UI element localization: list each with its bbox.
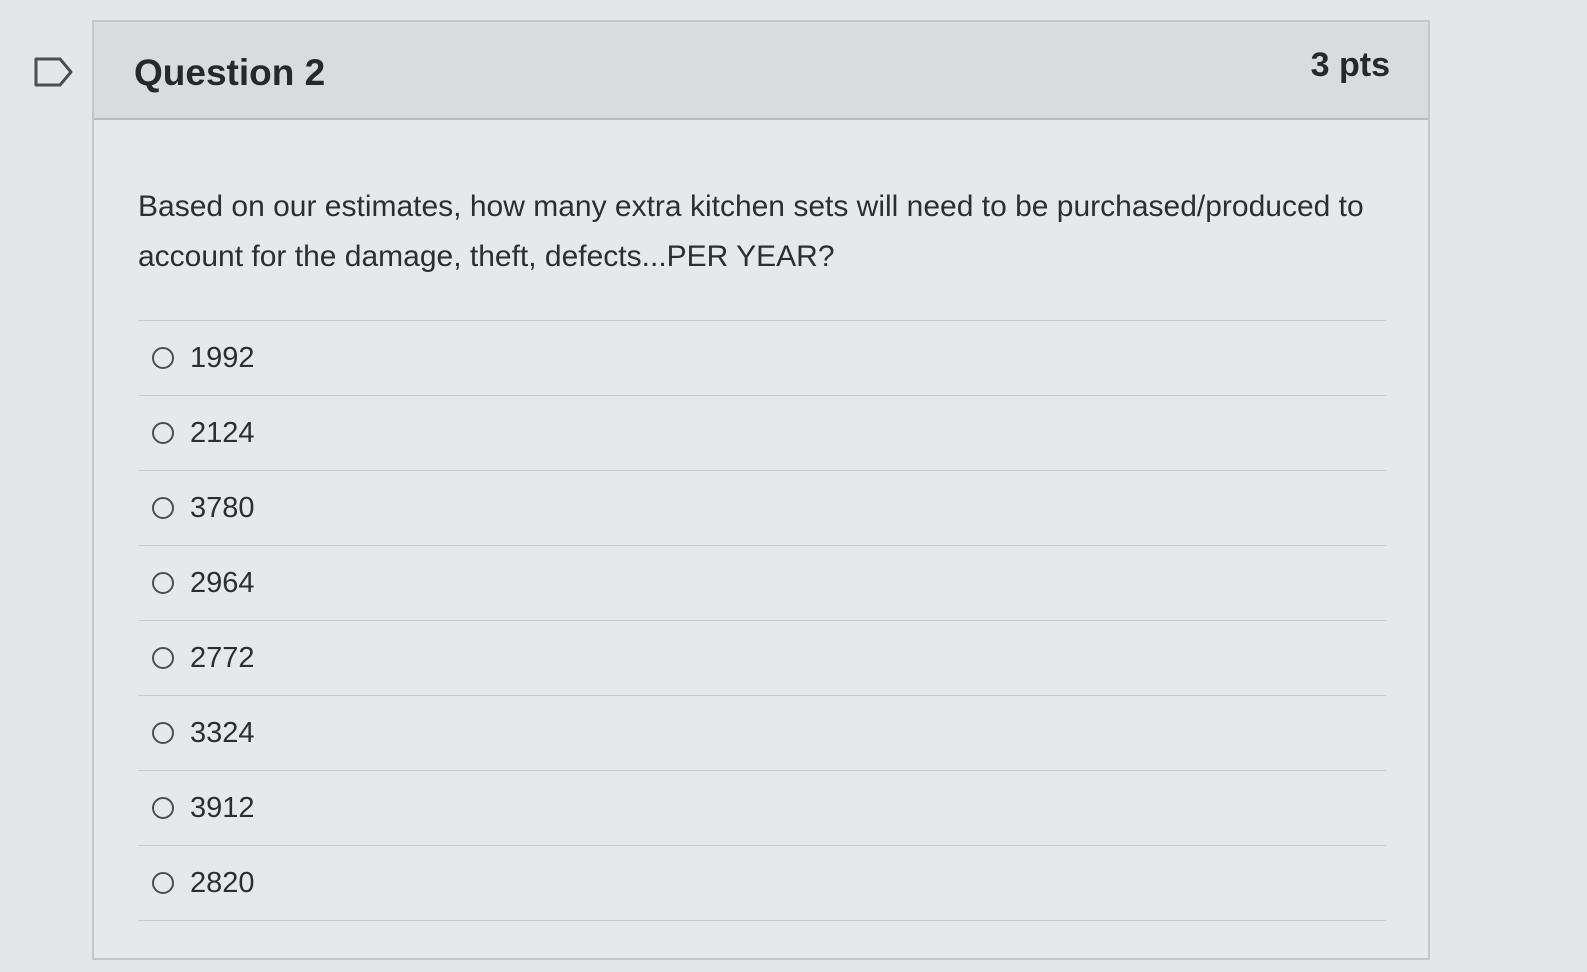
- answer-label: 3780: [190, 491, 255, 524]
- answer-label: 2820: [190, 866, 255, 899]
- answer-option[interactable]: 1992: [138, 321, 1386, 396]
- answer-option[interactable]: 3780: [138, 471, 1386, 546]
- radio-button[interactable]: [152, 722, 174, 744]
- radio-button[interactable]: [152, 497, 174, 519]
- answer-option[interactable]: 3912: [138, 771, 1386, 846]
- question-points: 3 pts: [1310, 46, 1390, 84]
- question-header: Question 2 3 pts: [94, 22, 1428, 120]
- answer-option[interactable]: 2772: [138, 621, 1386, 696]
- answer-option[interactable]: 2124: [138, 396, 1386, 471]
- answer-option[interactable]: 2820: [138, 846, 1386, 921]
- radio-button[interactable]: [152, 422, 174, 444]
- question-body: Based on our estimates, how many extra k…: [94, 120, 1428, 921]
- answer-label: 3324: [190, 716, 255, 749]
- answer-label: 2964: [190, 566, 255, 599]
- answer-option[interactable]: 3324: [138, 696, 1386, 771]
- question-text: Based on our estimates, how many extra k…: [138, 190, 1364, 273]
- radio-button[interactable]: [152, 797, 174, 819]
- question-card: Question 2 3 pts Based on our estimates,…: [92, 20, 1430, 960]
- answer-label: 3912: [190, 791, 255, 824]
- answer-label: 2772: [190, 641, 255, 674]
- answer-list: 1992 2124 3780 2964 2772 3324 3912 2820: [138, 320, 1386, 921]
- radio-button[interactable]: [152, 572, 174, 594]
- answer-label: 1992: [190, 341, 255, 374]
- answer-option[interactable]: 2964: [138, 546, 1386, 621]
- answer-label: 2124: [190, 416, 255, 449]
- flag-question-icon[interactable]: [34, 56, 74, 88]
- question-title: Question 2: [134, 52, 326, 93]
- radio-button[interactable]: [152, 347, 174, 369]
- radio-button[interactable]: [152, 872, 174, 894]
- radio-button[interactable]: [152, 647, 174, 669]
